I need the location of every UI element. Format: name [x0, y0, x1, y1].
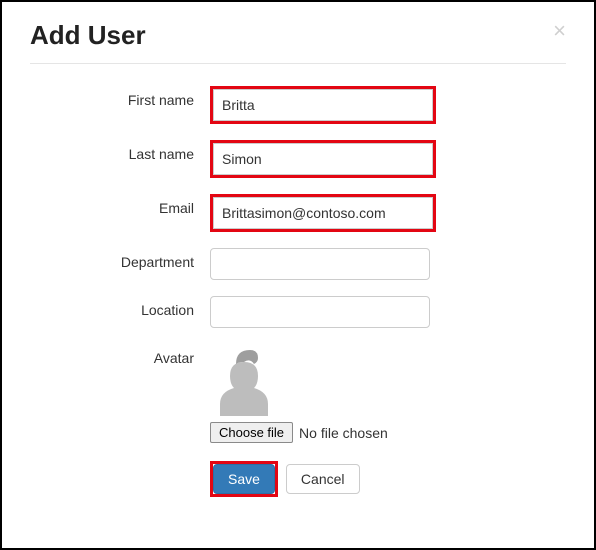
save-button[interactable]: Save: [213, 464, 275, 494]
first-name-field[interactable]: [213, 89, 433, 121]
file-status-text: No file chosen: [299, 425, 388, 441]
row-last-name: Last name: [30, 140, 566, 178]
highlight-last-name: [210, 140, 436, 178]
row-location: Location: [30, 296, 566, 328]
highlight-email: [210, 194, 436, 232]
last-name-field[interactable]: [213, 143, 433, 175]
modal-title: Add User: [30, 20, 146, 51]
close-icon[interactable]: ×: [553, 20, 566, 42]
email-field[interactable]: [213, 197, 433, 229]
highlight-save: Save: [210, 461, 278, 497]
modal-header: Add User ×: [30, 20, 566, 64]
file-row: Choose file No file chosen: [210, 422, 388, 443]
row-first-name: First name: [30, 86, 566, 124]
row-email: Email: [30, 194, 566, 232]
add-user-modal: Add User × First name Last name Email: [2, 2, 594, 517]
label-email: Email: [30, 194, 210, 216]
label-last-name: Last name: [30, 140, 210, 162]
row-avatar: Avatar Choose file No file chosen: [30, 344, 566, 443]
actions-row: Save Cancel: [30, 461, 566, 497]
add-user-form: First name Last name Email: [30, 86, 566, 497]
label-location: Location: [30, 296, 210, 318]
highlight-first-name: [210, 86, 436, 124]
cancel-button[interactable]: Cancel: [286, 464, 360, 494]
location-field[interactable]: [210, 296, 430, 328]
department-field[interactable]: [210, 248, 430, 280]
row-department: Department: [30, 248, 566, 280]
label-avatar: Avatar: [30, 344, 210, 366]
choose-file-button[interactable]: Choose file: [210, 422, 293, 443]
avatar-placeholder-icon: [210, 344, 278, 416]
label-department: Department: [30, 248, 210, 270]
label-first-name: First name: [30, 86, 210, 108]
